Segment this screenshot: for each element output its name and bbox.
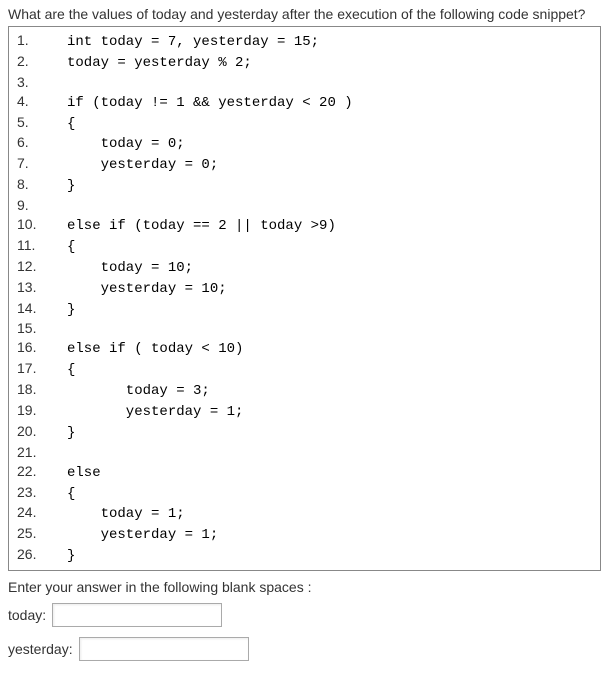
code-snippet-box: 1.int today = 7, yesterday = 15;2.today … <box>8 26 601 571</box>
code-line: 9. <box>17 196 592 215</box>
code-text: yesterday = 10; <box>67 280 227 299</box>
line-number: 6. <box>17 133 67 152</box>
line-number: 26. <box>17 545 67 564</box>
line-number: 23. <box>17 483 67 502</box>
line-number: 25. <box>17 524 67 543</box>
line-number: 21. <box>17 443 67 462</box>
yesterday-label: yesterday: <box>8 641 73 657</box>
yesterday-input[interactable] <box>79 637 249 661</box>
line-number: 13. <box>17 278 67 297</box>
code-text: { <box>67 361 75 380</box>
today-label: today: <box>8 607 46 623</box>
code-line: 5.{ <box>17 113 592 134</box>
today-input[interactable] <box>52 603 222 627</box>
code-line: 7. yesterday = 0; <box>17 154 592 175</box>
code-text: yesterday = 1; <box>67 526 218 545</box>
answer-prompt: Enter your answer in the following blank… <box>8 579 601 595</box>
code-text: today = 3; <box>67 382 210 401</box>
code-line: 3. <box>17 73 592 92</box>
code-line: 26.} <box>17 545 592 566</box>
code-text: else <box>67 464 101 483</box>
line-number: 24. <box>17 503 67 522</box>
code-line: 10.else if (today == 2 || today >9) <box>17 215 592 236</box>
code-text: yesterday = 1; <box>67 403 243 422</box>
code-line: 16.else if ( today < 10) <box>17 338 592 359</box>
code-text: yesterday = 0; <box>67 156 218 175</box>
code-text: int today = 7, yesterday = 15; <box>67 33 319 52</box>
code-text: { <box>67 238 75 257</box>
line-number: 17. <box>17 359 67 378</box>
yesterday-answer-row: yesterday: <box>8 637 601 661</box>
code-line: 8.} <box>17 175 592 196</box>
code-line: 1.int today = 7, yesterday = 15; <box>17 31 592 52</box>
line-number: 3. <box>17 73 67 92</box>
code-text: today = 10; <box>67 259 193 278</box>
code-line: 4.if (today != 1 && yesterday < 20 ) <box>17 92 592 113</box>
code-line: 20.} <box>17 422 592 443</box>
line-number: 14. <box>17 299 67 318</box>
code-line: 12. today = 10; <box>17 257 592 278</box>
line-number: 9. <box>17 196 67 215</box>
code-text: else if (today == 2 || today >9) <box>67 217 336 236</box>
line-number: 20. <box>17 422 67 441</box>
code-line: 19. yesterday = 1; <box>17 401 592 422</box>
line-number: 7. <box>17 154 67 173</box>
code-line: 17.{ <box>17 359 592 380</box>
today-answer-row: today: <box>8 603 601 627</box>
question-text: What are the values of today and yesterd… <box>8 6 601 22</box>
code-line: 23.{ <box>17 483 592 504</box>
code-text: today = 1; <box>67 505 185 524</box>
code-text: today = 0; <box>67 135 185 154</box>
code-line: 11.{ <box>17 236 592 257</box>
line-number: 1. <box>17 31 67 50</box>
code-line: 14.} <box>17 299 592 320</box>
code-line: 13. yesterday = 10; <box>17 278 592 299</box>
line-number: 16. <box>17 338 67 357</box>
line-number: 4. <box>17 92 67 111</box>
code-line: 6. today = 0; <box>17 133 592 154</box>
line-number: 18. <box>17 380 67 399</box>
line-number: 5. <box>17 113 67 132</box>
line-number: 22. <box>17 462 67 481</box>
code-line: 18. today = 3; <box>17 380 592 401</box>
code-line: 22.else <box>17 462 592 483</box>
code-text: } <box>67 177 75 196</box>
line-number: 15. <box>17 319 67 338</box>
line-number: 8. <box>17 175 67 194</box>
line-number: 11. <box>17 236 67 255</box>
line-number: 10. <box>17 215 67 234</box>
code-line: 25. yesterday = 1; <box>17 524 592 545</box>
line-number: 2. <box>17 52 67 71</box>
code-line: 2.today = yesterday % 2; <box>17 52 592 73</box>
code-text: } <box>67 424 75 443</box>
code-text: } <box>67 547 75 566</box>
line-number: 19. <box>17 401 67 420</box>
code-line: 15. <box>17 319 592 338</box>
code-text: { <box>67 485 75 504</box>
code-text: { <box>67 115 75 134</box>
code-text: } <box>67 301 75 320</box>
code-line: 21. <box>17 443 592 462</box>
line-number: 12. <box>17 257 67 276</box>
code-line: 24. today = 1; <box>17 503 592 524</box>
code-text: else if ( today < 10) <box>67 340 243 359</box>
code-text: today = yesterday % 2; <box>67 54 252 73</box>
code-text: if (today != 1 && yesterday < 20 ) <box>67 94 353 113</box>
